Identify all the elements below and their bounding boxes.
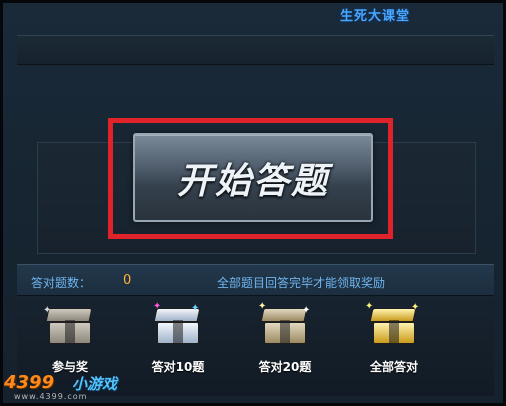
reward-participation[interactable]: ✦ 参与奖 bbox=[20, 300, 120, 380]
watermark-sub: 小游戏 bbox=[72, 375, 118, 393]
reward-label: 答对20题 bbox=[258, 360, 312, 374]
top-bar bbox=[17, 35, 494, 65]
reward-label: 全部答对 bbox=[369, 360, 418, 374]
silver-treasure-chest-icon: ✦ ✦ bbox=[151, 302, 205, 348]
reward-rule-note: 全部题目回答完毕才能领取奖励 bbox=[217, 276, 386, 290]
reward-label: 答对10题 bbox=[151, 360, 205, 374]
correct-count-label: 答对题数： bbox=[31, 276, 92, 290]
gold-treasure-chest-icon: ✦ ✦ bbox=[365, 302, 421, 348]
page-title: 生死大课堂 bbox=[340, 9, 411, 24]
highlight-annotation-box bbox=[108, 118, 393, 239]
reward-all-correct[interactable]: ✦ ✦ 全部答对 bbox=[344, 300, 444, 380]
reward-10-correct[interactable]: ✦ ✦ 答对10题 bbox=[128, 300, 228, 380]
grey-treasure-chest-icon: ✦ bbox=[43, 306, 97, 348]
watermark-brand: 4399 bbox=[4, 372, 55, 393]
reward-20-correct[interactable]: ✦ ✦ 答对20题 bbox=[235, 300, 335, 380]
site-watermark: 4399 小游戏 www.4399.com bbox=[4, 372, 124, 402]
greygold-treasure-chest-icon: ✦ ✦ bbox=[258, 302, 312, 348]
watermark-url: www.4399.com bbox=[14, 392, 88, 401]
title-strip: 生死大课堂 bbox=[240, 2, 440, 24]
stats-bar: 答对题数： 0 全部题目回答完毕才能领取奖励 bbox=[17, 264, 494, 296]
correct-count-value: 0 bbox=[123, 273, 132, 288]
